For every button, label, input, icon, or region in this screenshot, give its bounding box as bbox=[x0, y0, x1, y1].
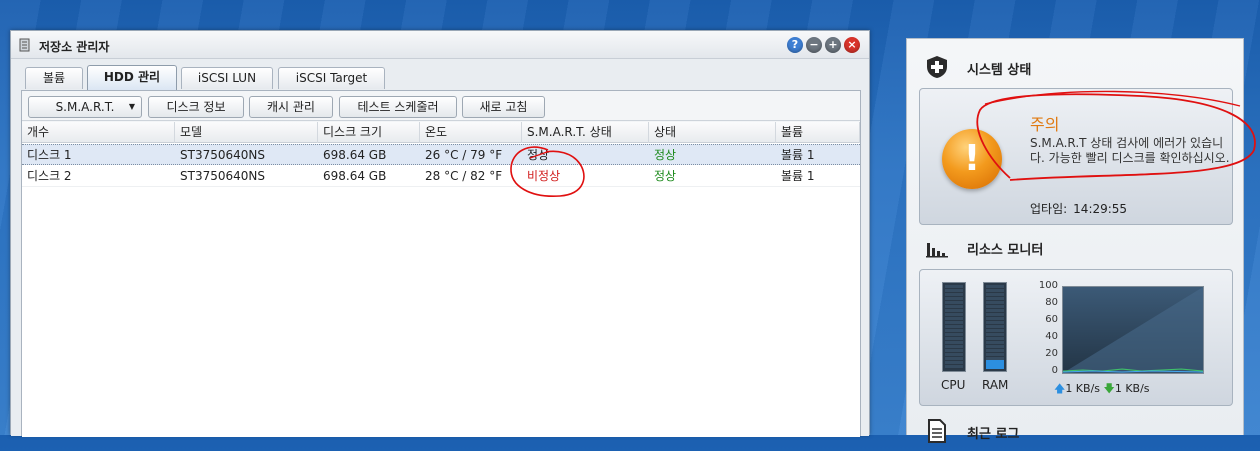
cell-model: ST3750640NS bbox=[180, 169, 265, 183]
download-arrow-icon: 🡇 bbox=[1103, 382, 1115, 395]
resource-monitor-header[interactable]: 리소스 모니터 bbox=[907, 227, 1243, 267]
cell-size: 698.64 GB bbox=[323, 169, 387, 183]
window-title: 저장소 관리자 bbox=[39, 40, 110, 54]
storage-manager-window: 저장소 관리자 ? − + × 볼륨 HDD 관리 iSCSI LUN iSCS… bbox=[10, 30, 870, 437]
download-rate: 1 KB/s bbox=[1114, 382, 1150, 395]
refresh-button[interactable]: 새로 고침 bbox=[462, 96, 545, 118]
table-row[interactable]: 디스크 2 ST3750640NS 698.64 GB 28 °C / 82 °… bbox=[22, 166, 860, 187]
y-tick-label: 100 bbox=[1038, 280, 1058, 291]
cell-smart-status: 비정상 bbox=[527, 169, 561, 183]
tab-iscsi-target[interactable]: iSCSI Target bbox=[278, 67, 385, 89]
test-scheduler-button[interactable]: 테스트 스케줄러 bbox=[339, 96, 457, 118]
tab-hdd-management[interactable]: HDD 관리 bbox=[87, 65, 177, 90]
help-button[interactable]: ? bbox=[787, 37, 803, 53]
shield-plus-icon bbox=[927, 56, 947, 78]
grid-header: 개수 모델 디스크 크기 온도 S.M.A.R.T. 상태 상태 볼륨 bbox=[22, 122, 860, 143]
recent-log-title: 최근 로그 bbox=[967, 427, 1020, 442]
cell-status: 정상 bbox=[654, 169, 677, 183]
uptime-value: 14:29:55 bbox=[1073, 202, 1128, 216]
warning-title: 주의 bbox=[1030, 115, 1060, 134]
y-tick-label: 40 bbox=[1045, 331, 1058, 342]
window-titlebar[interactable]: 저장소 관리자 ? − + × bbox=[11, 31, 869, 59]
resource-monitor-card: CPU RAM 100 80 60 40 20 0 🡅1 KB/s 🡇1 KB/… bbox=[919, 269, 1233, 406]
bar-chart-icon bbox=[926, 243, 948, 258]
y-tick-label: 20 bbox=[1045, 348, 1058, 359]
cell-temperature: 28 °C / 82 °F bbox=[425, 169, 503, 183]
y-tick-label: 60 bbox=[1045, 314, 1058, 325]
tab-iscsi-lun[interactable]: iSCSI LUN bbox=[181, 67, 273, 89]
disk-info-button[interactable]: 디스크 정보 bbox=[148, 96, 244, 118]
widget-panel: 시스템 상태 ! 주의 S.M.A.R.T 상태 검사에 에러가 있습니다. 가… bbox=[906, 38, 1244, 443]
system-status-card: ! 주의 S.M.A.R.T 상태 검사에 에러가 있습니다. 가능한 빨리 디… bbox=[919, 88, 1233, 225]
cell-disk-name: 디스크 1 bbox=[27, 148, 72, 162]
network-chart bbox=[1062, 286, 1204, 374]
cpu-label: CPU bbox=[941, 378, 966, 392]
system-status-header[interactable]: 시스템 상태 bbox=[907, 47, 1243, 87]
table-row[interactable]: 디스크 1 ST3750640NS 698.64 GB 26 °C / 79 °… bbox=[22, 144, 860, 165]
network-legend: 🡅1 KB/s 🡇1 KB/s bbox=[1054, 380, 1150, 399]
resource-monitor-title: 리소스 모니터 bbox=[967, 243, 1044, 258]
cell-status: 정상 bbox=[654, 148, 677, 162]
ram-label: RAM bbox=[982, 378, 1009, 392]
cell-temperature: 26 °C / 79 °F bbox=[425, 148, 503, 162]
ram-meter bbox=[983, 282, 1007, 372]
disk-grid: 개수 모델 디스크 크기 온도 S.M.A.R.T. 상태 상태 볼륨 디스크 … bbox=[22, 122, 860, 437]
y-tick-label: 80 bbox=[1045, 297, 1058, 308]
column-header-count[interactable]: 개수 bbox=[22, 122, 175, 143]
column-header-model[interactable]: 모델 bbox=[175, 122, 318, 143]
toolbar: S.M.A.R.T. ▼ 디스크 정보 캐시 관리 테스트 스케줄러 새로 고침 bbox=[22, 91, 860, 121]
column-header-volume[interactable]: 볼륨 bbox=[776, 122, 860, 143]
cell-smart-status: 정상 bbox=[527, 148, 550, 162]
cell-size: 698.64 GB bbox=[323, 148, 387, 162]
storage-manager-icon bbox=[19, 38, 30, 52]
column-header-disk-size[interactable]: 디스크 크기 bbox=[318, 122, 420, 143]
upload-rate: 1 KB/s bbox=[1065, 382, 1101, 395]
document-icon bbox=[928, 419, 946, 443]
minimize-button[interactable]: − bbox=[806, 37, 822, 53]
ram-meter-fill bbox=[986, 360, 1004, 369]
cell-model: ST3750640NS bbox=[180, 148, 265, 162]
chevron-down-icon: ▼ bbox=[128, 102, 135, 111]
system-status-title: 시스템 상태 bbox=[967, 63, 1032, 78]
uptime-label: 업타임: bbox=[1030, 202, 1068, 216]
cell-disk-name: 디스크 2 bbox=[27, 169, 72, 183]
maximize-button[interactable]: + bbox=[825, 37, 841, 53]
window-body: 볼륨 HDD 관리 iSCSI LUN iSCSI Target S.M.A.R… bbox=[11, 59, 869, 437]
hdd-management-panel: S.M.A.R.T. ▼ 디스크 정보 캐시 관리 테스트 스케줄러 새로 고침… bbox=[21, 90, 861, 437]
column-header-status[interactable]: 상태 bbox=[649, 122, 776, 143]
column-header-temperature[interactable]: 온도 bbox=[420, 122, 522, 143]
warning-exclamation-icon: ! bbox=[942, 129, 1002, 189]
cell-volume: 볼륨 1 bbox=[781, 169, 815, 183]
uptime: 업타임: 14:29:55 bbox=[1030, 200, 1127, 217]
cpu-meter bbox=[942, 282, 966, 372]
recent-log-header[interactable]: 최근 로그 bbox=[907, 411, 1243, 451]
cpu-meter-track bbox=[945, 285, 963, 369]
y-tick-label: 0 bbox=[1051, 365, 1058, 376]
cell-volume: 볼륨 1 bbox=[781, 148, 815, 162]
warning-message: S.M.A.R.T 상태 검사에 에러가 있습니다. 가능한 빨리 디스크를 확… bbox=[1030, 136, 1230, 165]
close-button[interactable]: × bbox=[844, 37, 860, 53]
smart-button-label: S.M.A.R.T. bbox=[55, 100, 115, 114]
cache-management-button[interactable]: 캐시 관리 bbox=[249, 96, 333, 118]
column-header-smart-status[interactable]: S.M.A.R.T. 상태 bbox=[522, 122, 649, 143]
smart-dropdown-button[interactable]: S.M.A.R.T. ▼ bbox=[28, 96, 142, 118]
ram-meter-track bbox=[986, 285, 1004, 369]
upload-arrow-icon: 🡅 bbox=[1054, 382, 1066, 395]
tab-volume[interactable]: 볼륨 bbox=[25, 67, 83, 89]
